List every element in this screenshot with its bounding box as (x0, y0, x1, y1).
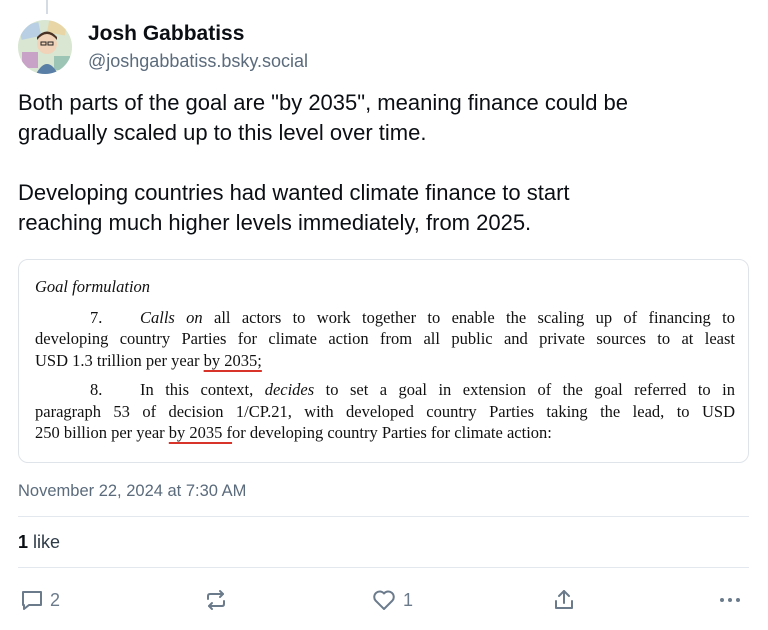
author-handle[interactable]: @joshgabbatiss.bsky.social (88, 49, 308, 73)
post-text-line: Developing countries had wanted climate … (18, 180, 570, 205)
reply-count: 2 (50, 589, 61, 610)
document-paragraph-7: 7. Calls on all actors to work together t… (35, 307, 735, 372)
share-upload-icon (552, 588, 576, 612)
more-options-button[interactable] (718, 585, 742, 615)
post-actions-bar: 2 1 (18, 585, 749, 615)
reply-button[interactable]: 2 (20, 585, 60, 615)
post-text-line: Both parts of the goal are "by 2035", me… (18, 90, 629, 115)
embedded-image[interactable]: Goal formulation 7. Calls on all actors t… (18, 259, 749, 463)
divider (18, 516, 749, 517)
post-text-line: reaching much higher levels immediately,… (18, 210, 532, 235)
document-text: developing country Parties for climate a… (35, 329, 735, 348)
underlined-text: by 2035 f (168, 423, 233, 442)
document-text: In this context, (140, 380, 265, 399)
document-text: or developing country Parties for climat… (232, 423, 552, 442)
like-count-number: 1 (18, 532, 29, 552)
repost-button[interactable] (203, 585, 229, 615)
document-excerpt: Goal formulation 7. Calls on all actors t… (35, 276, 735, 452)
underlined-text: by 2035; (203, 350, 262, 370)
repost-arrows-icon (203, 588, 229, 612)
document-verb: Calls on (140, 307, 203, 327)
author-display-name[interactable]: Josh Gabbatiss (88, 21, 308, 47)
like-count-summary[interactable]: 1 like (18, 532, 60, 553)
document-heading: Goal formulation (35, 277, 151, 296)
post-body: Both parts of the goal are "by 2035", me… (18, 88, 753, 238)
document-text: USD 1.3 trillion per year (35, 350, 204, 370)
paragraph-number: 7. (90, 307, 103, 327)
thread-connector-line (46, 0, 48, 14)
document-paragraph-8: 8. In this context, decides to set a goal… (35, 379, 735, 444)
document-verb: decides (264, 380, 315, 399)
ellipsis-icon (718, 588, 742, 612)
post-text-line: gradually scaled up to this level over t… (18, 120, 427, 145)
like-button[interactable]: 1 (371, 585, 413, 615)
paragraph-number: 8. (90, 380, 103, 399)
document-text: paragraph 53 of decision 1/CP.21, with d… (35, 401, 735, 421)
document-text: all actors to work together to enable th… (202, 307, 735, 327)
document-text: to set a goal in extension of the goal r… (314, 380, 735, 399)
heart-outline-icon (371, 588, 397, 612)
post-timestamp[interactable]: November 22, 2024 at 7:30 AM (18, 482, 246, 501)
like-count-label: like (28, 532, 61, 552)
document-text: 250 billion per year (35, 423, 169, 442)
speech-bubble-icon (20, 588, 44, 612)
share-button[interactable] (552, 585, 576, 615)
divider (18, 567, 749, 568)
like-action-count: 1 (403, 589, 414, 610)
post-header: Josh Gabbatiss @joshgabbatiss.bsky.socia… (18, 18, 308, 76)
avatar[interactable] (18, 20, 72, 74)
